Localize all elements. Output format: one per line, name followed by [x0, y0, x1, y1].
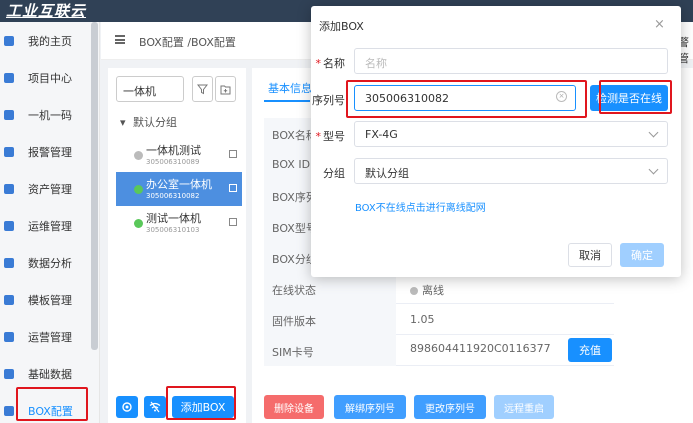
- qrcode-icon: [4, 109, 14, 120]
- tree-search-input[interactable]: 一体机: [116, 76, 184, 102]
- sidebar-item-label: 基础数据: [28, 367, 72, 381]
- wifi-off-icon[interactable]: [144, 396, 166, 418]
- info-row: 在线状态 离线: [264, 273, 614, 304]
- name-input[interactable]: 名称: [354, 48, 668, 74]
- highlight-box: [599, 80, 672, 114]
- highlight-box: [166, 386, 236, 420]
- template-icon: [4, 294, 14, 305]
- change-serial-button[interactable]: 更改序列号: [414, 395, 486, 419]
- sidebar-item-qrcode[interactable]: 一机一码: [0, 96, 96, 133]
- highlight-box: [16, 387, 88, 421]
- home-icon: [4, 35, 14, 46]
- copy-icon[interactable]: [229, 184, 237, 192]
- device-serial: 305006310082: [146, 192, 200, 200]
- chart-icon: [4, 257, 14, 268]
- menu-icon[interactable]: [115, 35, 125, 44]
- firmware-version: 1.05: [410, 313, 435, 326]
- chevron-down-icon: [648, 127, 659, 138]
- status-dot-icon: [134, 185, 143, 194]
- device-name: 测试一体机: [146, 212, 201, 225]
- info-key: 在线状态: [264, 273, 396, 304]
- filter-icon[interactable]: [192, 76, 213, 102]
- sidebar-item-label: 数据分析: [28, 256, 72, 270]
- status-dot-icon: [134, 151, 143, 160]
- caret-down-icon: ▾: [120, 116, 126, 129]
- add-box-dialog: 添加BOX × * 名称 名称 序列号 305006310082 × 检测是否在线…: [311, 6, 681, 277]
- name-label: * 名称: [315, 57, 346, 70]
- sidebar-item-assets[interactable]: 资产管理: [0, 170, 96, 207]
- sidebar-item-operations[interactable]: 运营管理: [0, 318, 96, 355]
- info-row: SIM卡号 898604411920C0116377 充值: [264, 335, 614, 366]
- sidebar-item-label: 一机一码: [28, 108, 72, 122]
- device-serial: 305006310103: [146, 226, 200, 234]
- database-icon: [4, 368, 14, 379]
- remote-reboot-button[interactable]: 远程重启: [494, 395, 554, 419]
- sidebar-item-label: 模板管理: [28, 293, 72, 307]
- group-select[interactable]: 默认分组: [354, 158, 668, 184]
- close-icon[interactable]: ×: [654, 17, 665, 32]
- sidebar-item-alarms[interactable]: 报警管理: [0, 133, 96, 170]
- sidebar-item-projects[interactable]: 项目中心: [0, 59, 96, 96]
- delete-device-button[interactable]: 删除设备: [264, 395, 324, 419]
- alarm-icon: [4, 146, 14, 157]
- tree-node-selected[interactable]: 办公室一体机 305006310082: [116, 172, 242, 206]
- sidebar-item-label: 报警管理: [28, 145, 72, 159]
- name-row: * 名称 名称: [311, 48, 681, 76]
- unbind-serial-button[interactable]: 解绑序列号: [334, 395, 406, 419]
- tree-node[interactable]: 测试一体机 305006310103: [116, 206, 242, 240]
- sidebar-item-label: 我的主页: [28, 34, 72, 48]
- status-dot-icon: [410, 287, 418, 295]
- operation-icon: [4, 331, 14, 342]
- confirm-button[interactable]: 确定: [620, 243, 664, 267]
- offline-config-link[interactable]: BOX不在线点击进行离线配网: [355, 199, 486, 214]
- cancel-button[interactable]: 取消: [568, 243, 612, 267]
- sidebar-item-label: 资产管理: [28, 182, 72, 196]
- model-select[interactable]: FX-4G: [354, 121, 668, 147]
- sidebar-item-templates[interactable]: 模板管理: [0, 281, 96, 318]
- tree-group-label: 默认分组: [133, 116, 178, 129]
- model-label: * 型号: [315, 130, 346, 143]
- online-status: 离线: [410, 282, 444, 298]
- status-dot-icon: [134, 219, 143, 228]
- asset-icon: [4, 183, 14, 194]
- tree-group[interactable]: ▾ 默认分组: [120, 114, 177, 130]
- info-row: 固件版本 1.05: [264, 304, 614, 335]
- device-serial: 305006310089: [146, 158, 200, 166]
- tree-node[interactable]: 一体机测试 305006310089: [116, 138, 242, 172]
- app-logo: 工业互联云: [6, 2, 87, 20]
- sidebar-item-home[interactable]: 我的主页: [0, 22, 96, 59]
- device-name: 一体机测试: [146, 144, 201, 157]
- sidebar-item-label: 运营管理: [28, 330, 72, 344]
- add-folder-icon[interactable]: [215, 76, 236, 102]
- model-row: * 型号 FX-4G: [311, 121, 681, 149]
- info-key: 固件版本: [264, 304, 396, 335]
- maintenance-icon: [4, 220, 14, 231]
- highlight-box: [346, 80, 587, 118]
- dialog-title: 添加BOX: [319, 20, 364, 33]
- recharge-button[interactable]: 充值: [568, 338, 612, 362]
- sidebar-scrollbar[interactable]: [91, 22, 98, 350]
- device-name: 办公室一体机: [146, 178, 212, 191]
- copy-icon[interactable]: [229, 218, 237, 226]
- group-row: 分组 默认分组: [311, 158, 681, 186]
- project-icon: [4, 72, 14, 83]
- sim-number: 898604411920C0116377: [410, 342, 551, 355]
- sidebar-item-label: 项目中心: [28, 71, 72, 85]
- breadcrumb: BOX配置 /BOX配置: [139, 36, 236, 49]
- device-tree-panel: 一体机 ▾ 默认分组 一体机测试 305006310089 办公室一体机 305…: [108, 68, 246, 423]
- settings-icon[interactable]: [116, 396, 138, 418]
- sidebar-item-analytics[interactable]: 数据分析: [0, 244, 96, 281]
- tab-indicator: [264, 100, 310, 102]
- info-key: SIM卡号: [264, 335, 396, 366]
- tab-basic-info[interactable]: 基本信息: [268, 80, 312, 96]
- box-icon: [4, 405, 14, 416]
- group-label: 分组: [323, 167, 345, 180]
- sidebar-item-maintenance[interactable]: 运维管理: [0, 207, 96, 244]
- sidebar: 我的主页 项目中心 一机一码 报警管理 资产管理 运维管理 数据分析 模板管理 …: [0, 22, 100, 423]
- chevron-down-icon: [648, 164, 659, 175]
- sidebar-item-label: 运维管理: [28, 219, 72, 233]
- serial-label: 序列号: [312, 94, 345, 107]
- copy-icon[interactable]: [229, 150, 237, 158]
